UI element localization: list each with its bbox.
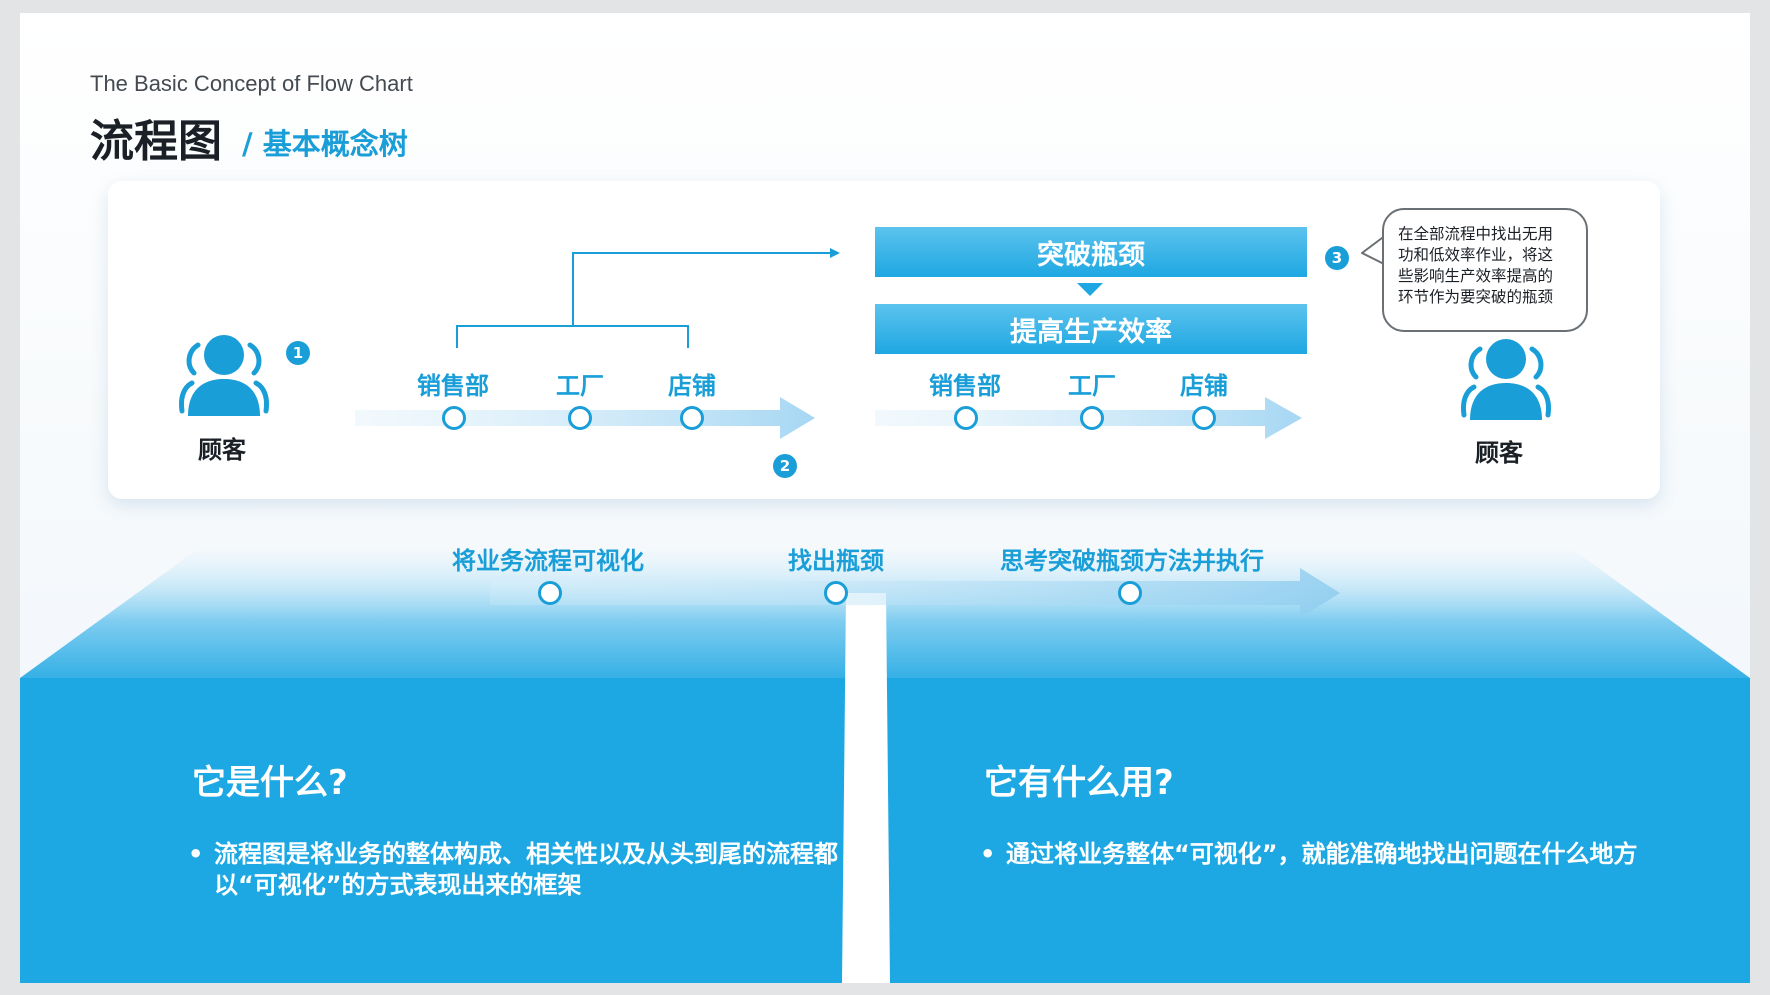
timeline-step-visualize: 将业务流程可视化 (452, 547, 644, 575)
flow1-node-store (680, 406, 704, 430)
step-badge-1: 1 (286, 341, 310, 365)
customer-icon-right (1461, 339, 1551, 420)
flow2-node-store (1192, 406, 1216, 430)
flow2-node-sales (954, 406, 978, 430)
left-panel-bullet: 流程图是将业务的整体构成、相关性以及从头到尾的流程都以“可视化”的方式表现出来的… (188, 839, 854, 901)
callout-line: 在全部流程中找出无用 (1398, 225, 1554, 243)
flow2-label-store: 店铺 (1180, 372, 1228, 400)
bracket-connector (456, 252, 830, 348)
flow1-label-store: 店铺 (668, 372, 716, 400)
step-badge-2: 2 (773, 454, 797, 478)
customer-label-left: 顾客 (198, 436, 246, 464)
callout-line: 环节作为要突破的瓶颈 (1398, 288, 1554, 306)
flow2-node-factory (1080, 406, 1104, 430)
timeline-node-3 (1118, 581, 1142, 605)
customer-icon-left (179, 335, 269, 416)
flow2-label-sales: 销售部 (929, 372, 1001, 400)
timeline-node-2 (824, 581, 848, 605)
callout-line: 些影响生产效率提高的 (1398, 267, 1554, 285)
box-improve-efficiency: 提高生产效率 (875, 304, 1307, 354)
callout-bubble: 在全部流程中找出无用 功和低效率作业，将这 些影响生产效率提高的 环节作为要突破… (1382, 208, 1588, 332)
flow1-label-factory: 工厂 (556, 372, 604, 400)
flow2-label-factory: 工厂 (1068, 372, 1116, 400)
down-triangle-icon (1077, 283, 1103, 296)
timeline-step-find-bottleneck: 找出瓶颈 (788, 547, 884, 575)
right-panel-bullet: 通过将业务整体“可视化”，就能准确地找出问题在什么地方 (980, 839, 1646, 870)
flow1-node-factory (568, 406, 592, 430)
timeline-node-1 (538, 581, 562, 605)
flow1-node-sales (442, 406, 466, 430)
panel-divider (842, 593, 890, 983)
right-panel-title: 它有什么用? (984, 763, 1174, 803)
connector-arrowhead (830, 248, 840, 258)
callout-line: 功和低效率作业，将这 (1398, 246, 1554, 264)
slide: The Basic Concept of Flow Chart 流程图 / 基本… (20, 13, 1750, 983)
customer-label-right: 顾客 (1475, 439, 1523, 467)
left-panel-title: 它是什么? (192, 763, 348, 803)
timeline-step-solve: 思考突破瓶颈方法并执行 (1000, 547, 1264, 575)
flow1-label-sales: 销售部 (417, 372, 489, 400)
box-break-bottleneck: 突破瓶颈 (875, 227, 1307, 277)
step-badge-3: 3 (1325, 246, 1349, 270)
